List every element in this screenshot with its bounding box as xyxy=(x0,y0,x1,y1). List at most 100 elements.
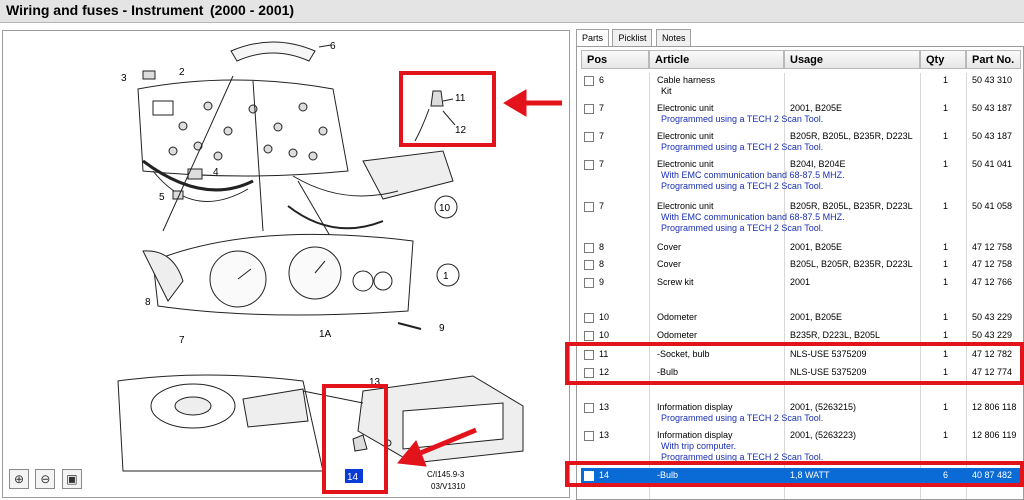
row-usage: 2001, B205E xyxy=(790,312,843,322)
row-article: Cable harness xyxy=(657,75,716,85)
row-part-no: 12 806 119 xyxy=(972,430,1017,440)
table-row[interactable]: 7 Electronic unit 2001, B205E 1 50 43 187 Pro… xyxy=(581,101,1021,127)
table-row[interactable]: 6 Cable harness 1 50 43 310 Kit xyxy=(581,73,1021,99)
row-checkbox[interactable] xyxy=(584,331,594,341)
row-pos: 7 xyxy=(599,131,605,141)
row-pos: 7 xyxy=(599,159,605,169)
table-row[interactable]: 8 Cover 2001, B205E 1 47 12 758 xyxy=(581,240,1021,255)
row-checkbox[interactable] xyxy=(584,132,594,142)
row-pos: 9 xyxy=(599,277,605,287)
table-row[interactable]: 10 Odometer 2001, B205E 1 50 43 229 xyxy=(581,310,1021,325)
tab-notes[interactable]: Notes xyxy=(655,29,692,47)
row-part-no: 50 43 310 xyxy=(972,75,1013,85)
table-row[interactable]: 10 Odometer B235R, D223L, B205L 1 50 43 229 xyxy=(581,328,1021,343)
row-usage: B204I, B204E xyxy=(790,159,846,169)
table-row[interactable]: 13 Information display 2001, (5263215) 1 12 … xyxy=(581,400,1021,426)
highlight-row-14 xyxy=(565,461,1024,487)
row-qty: 1 xyxy=(943,159,949,169)
row-pos: 7 xyxy=(599,201,605,211)
row-usage: B205L, B205R, B235R, D223L xyxy=(790,259,913,269)
row-article: Screw kit xyxy=(657,277,694,287)
row-checkbox[interactable] xyxy=(584,260,594,270)
row-usage: 2001, (5263223) xyxy=(790,430,857,440)
row-pos: 10 xyxy=(599,330,610,340)
col-article[interactable]: Article xyxy=(649,50,784,69)
row-article: Cover xyxy=(657,242,682,252)
row-qty: 1 xyxy=(943,312,949,322)
row-part-no: 47 12 766 xyxy=(972,277,1013,287)
col-part-no[interactable]: Part No. xyxy=(966,50,1021,69)
tab-bar: Parts Picklist Notes xyxy=(576,28,692,48)
row-usage: B235R, D223L, B205L xyxy=(790,330,881,340)
row-checkbox[interactable] xyxy=(584,313,594,323)
row-note: Programmed using a TECH 2 Scan Tool. xyxy=(661,413,824,423)
row-note: With trip computer. xyxy=(661,441,737,451)
row-pos: 7 xyxy=(599,103,605,113)
row-part-no: 47 12 758 xyxy=(972,242,1013,252)
row-qty: 1 xyxy=(943,330,949,340)
row-note: Programmed using a TECH 2 Scan Tool. xyxy=(661,181,824,191)
row-part-no: 50 43 187 xyxy=(972,131,1013,141)
row-checkbox[interactable] xyxy=(584,160,594,170)
parts-panel: Pos Article Usage Qty Part No. 6 Cable ha… xyxy=(576,46,1024,500)
row-qty: 1 xyxy=(943,277,949,287)
highlight-rows-11-12 xyxy=(565,342,1024,385)
table-row[interactable]: 13 Information display 2001, (5263223) 1 12 … xyxy=(581,428,1021,465)
row-checkbox[interactable] xyxy=(584,431,594,441)
row-article: Information display xyxy=(657,402,733,412)
row-checkbox[interactable] xyxy=(584,104,594,114)
row-article: Information display xyxy=(657,430,733,440)
row-pos: 10 xyxy=(599,312,610,322)
row-usage: 2001, B205E xyxy=(790,242,843,252)
table-row[interactable]: 7 Electronic unit B204I, B204E 1 50 41 041 Wi… xyxy=(581,157,1021,194)
row-qty: 1 xyxy=(943,103,949,113)
row-checkbox[interactable] xyxy=(584,243,594,253)
row-article: Electronic unit xyxy=(657,159,714,169)
col-pos[interactable]: Pos xyxy=(581,50,649,69)
row-note: With EMC communication band 68-87.5 MHZ. xyxy=(661,170,845,180)
row-qty: 1 xyxy=(943,201,949,211)
row-usage: 2001, (5263215) xyxy=(790,402,857,412)
row-qty: 1 xyxy=(943,430,949,440)
row-pos: 13 xyxy=(599,430,610,440)
table-row[interactable]: 9 Screw kit 2001 1 47 12 766 xyxy=(581,275,1021,290)
table-row[interactable]: 7 Electronic unit B205R, B205L, B235R, D22… xyxy=(581,129,1021,155)
row-article: Electronic unit xyxy=(657,103,714,113)
row-usage: 2001, B205E xyxy=(790,103,843,113)
row-article: Electronic unit xyxy=(657,131,714,141)
tab-picklist[interactable]: Picklist xyxy=(612,29,653,47)
row-extra: Kit xyxy=(661,86,672,96)
row-usage: 2001 xyxy=(790,277,811,287)
row-usage: B205R, B205L, B235R, D223L xyxy=(790,131,913,141)
row-qty: 1 xyxy=(943,75,949,85)
row-pos: 6 xyxy=(599,75,605,85)
col-qty[interactable]: Qty xyxy=(920,50,966,69)
row-note: Programmed using a TECH 2 Scan Tool. xyxy=(661,223,824,233)
table-row[interactable]: 7 Electronic unit B205R, B205L, B235R, D22… xyxy=(581,199,1021,236)
table-row[interactable]: 8 Cover B205L, B205R, B235R, D223L 1 47 12 7… xyxy=(581,257,1021,272)
row-checkbox[interactable] xyxy=(584,202,594,212)
row-part-no: 50 43 229 xyxy=(972,312,1013,322)
row-usage: B205R, B205L, B235R, D223L xyxy=(790,201,913,211)
row-note: Programmed using a TECH 2 Scan Tool. xyxy=(661,114,824,124)
row-checkbox[interactable] xyxy=(584,278,594,288)
row-part-no: 47 12 758 xyxy=(972,259,1013,269)
row-part-no: 50 43 187 xyxy=(972,103,1013,113)
row-checkbox[interactable] xyxy=(584,403,594,413)
row-note: Programmed using a TECH 2 Scan Tool. xyxy=(661,142,824,152)
row-qty: 1 xyxy=(943,242,949,252)
col-usage[interactable]: Usage xyxy=(784,50,920,69)
row-part-no: 12 806 118 xyxy=(972,402,1017,412)
parts-table-header: Pos Article Usage Qty Part No. xyxy=(581,50,1021,70)
row-article: Electronic unit xyxy=(657,201,714,211)
row-article: Cover xyxy=(657,259,682,269)
row-article: Odometer xyxy=(657,312,698,322)
row-part-no: 50 41 041 xyxy=(972,159,1013,169)
row-qty: 1 xyxy=(943,402,949,412)
row-pos: 8 xyxy=(599,242,605,252)
row-part-no: 50 41 058 xyxy=(972,201,1013,211)
row-qty: 1 xyxy=(943,259,949,269)
row-pos: 8 xyxy=(599,259,605,269)
row-checkbox[interactable] xyxy=(584,76,594,86)
row-qty: 1 xyxy=(943,131,949,141)
